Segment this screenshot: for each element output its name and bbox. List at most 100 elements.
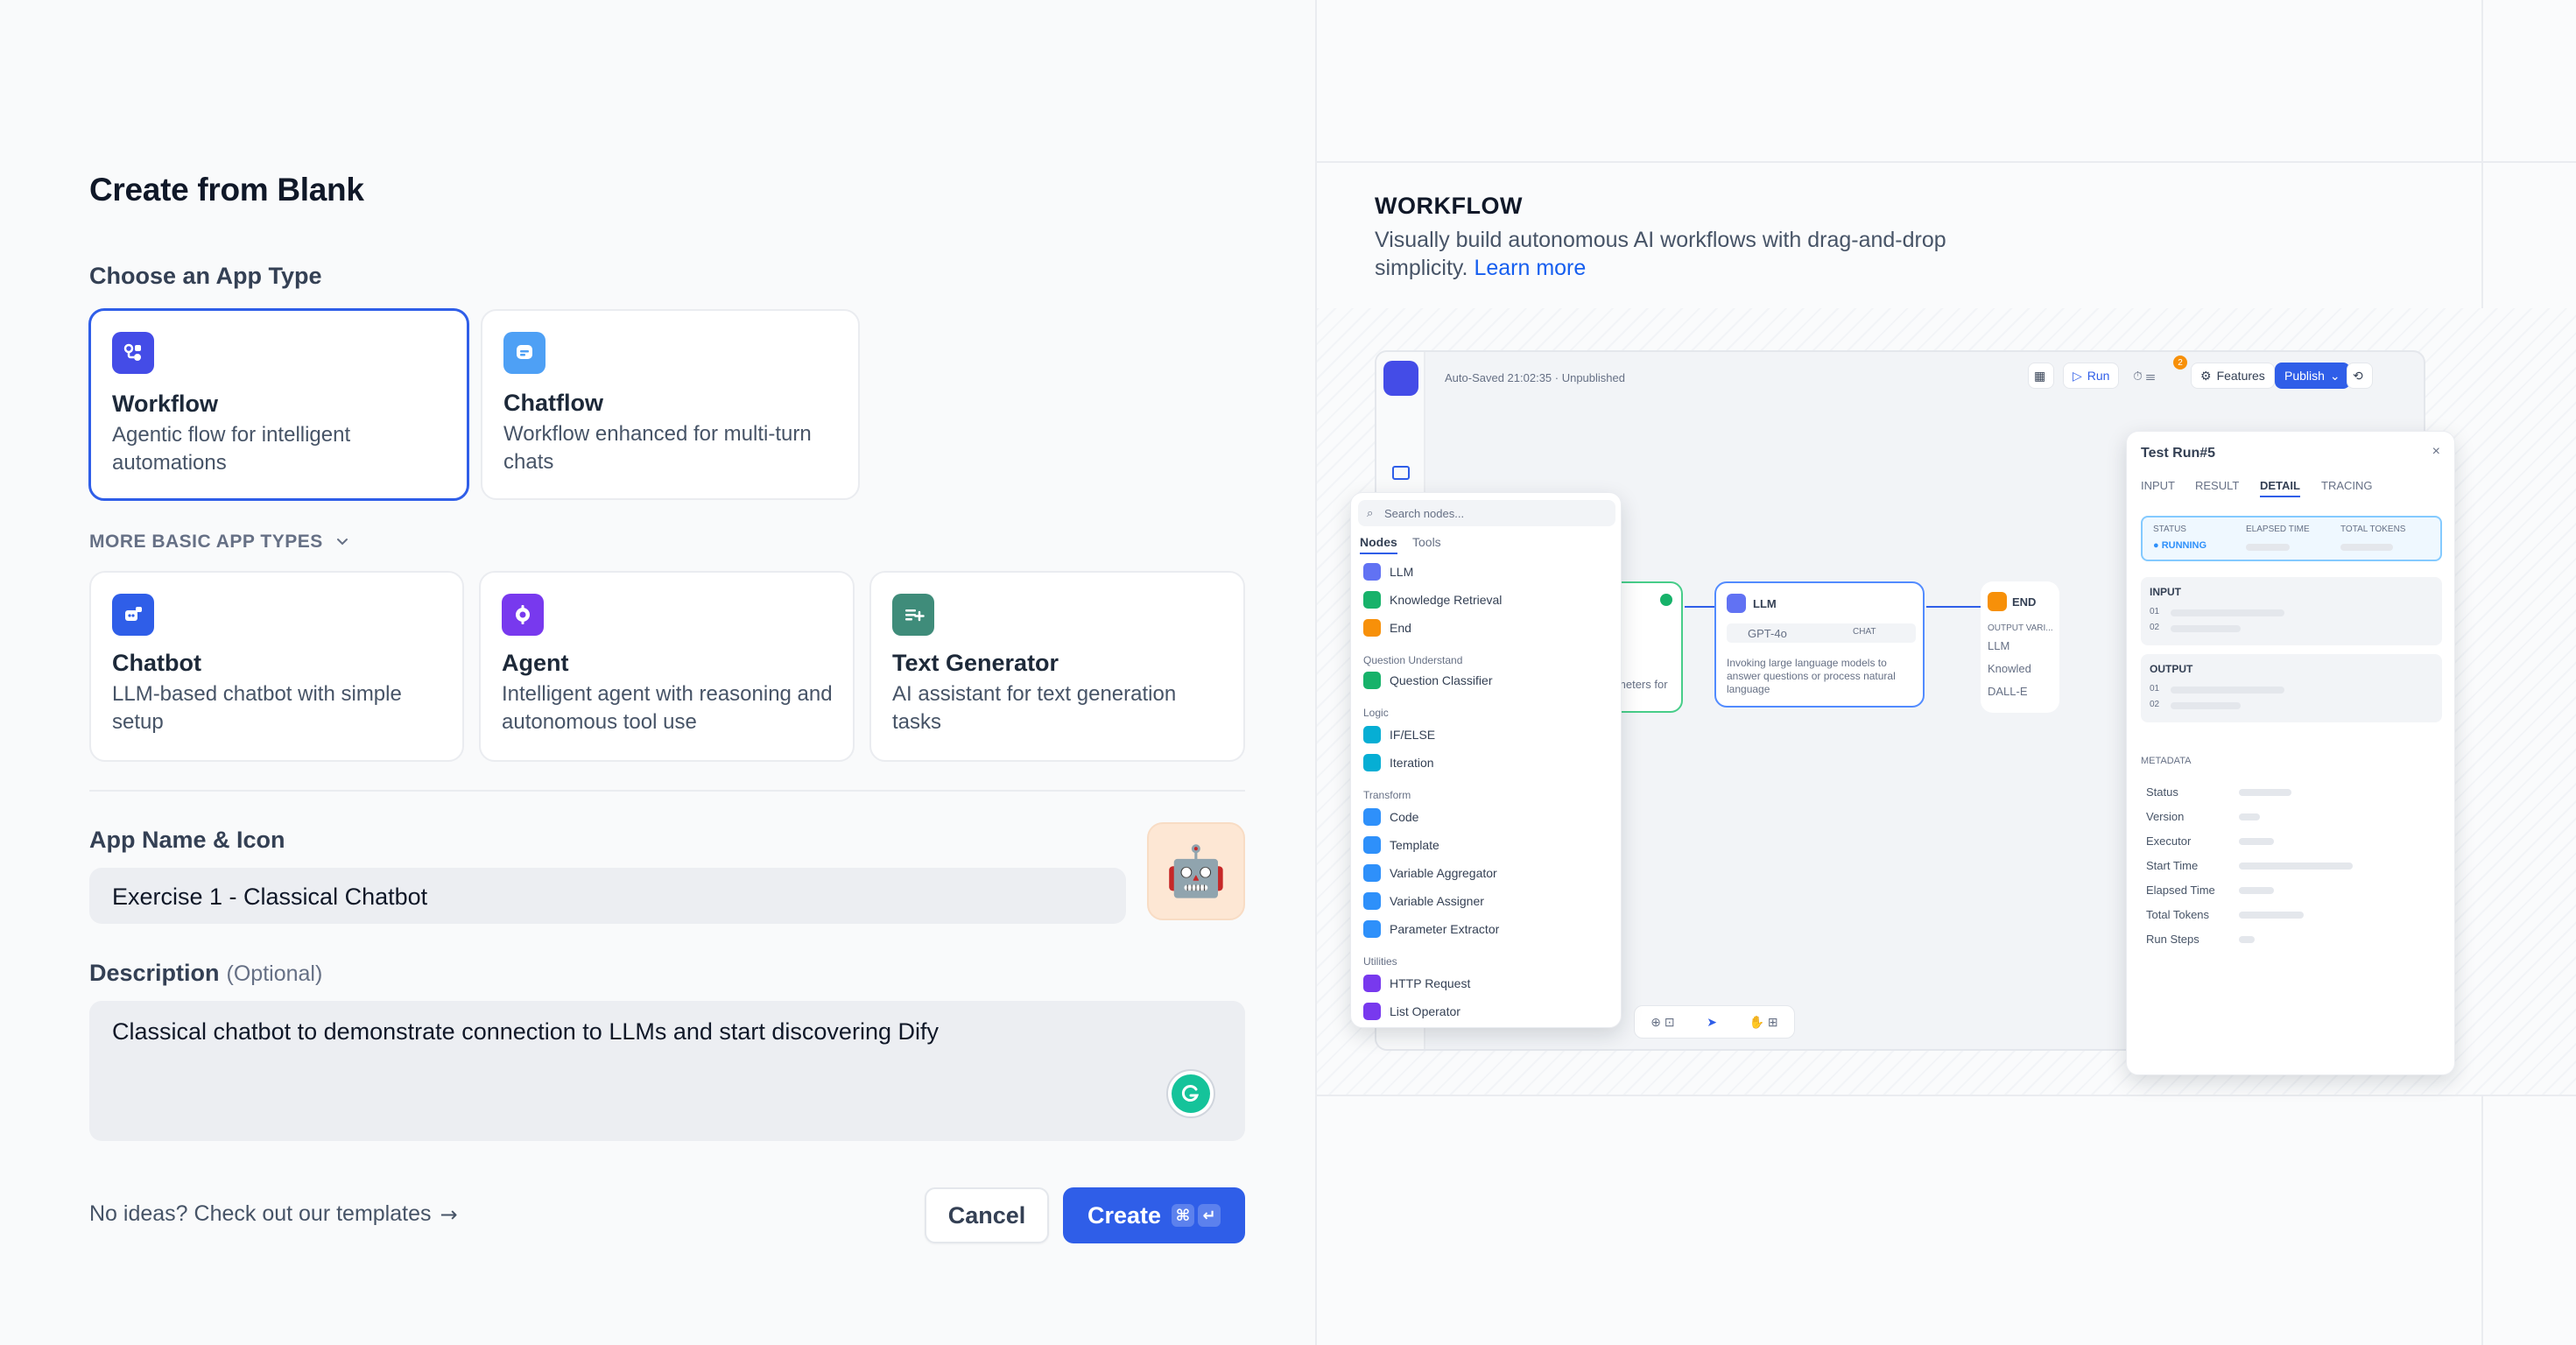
templates-link[interactable]: No ideas? Check out our templates → [89,1201,458,1227]
card-title: Agent [502,650,569,676]
mock-history-icons: ⏱ ☰ 2 [2133,356,2187,389]
app-type-workflow[interactable]: Workflow Agentic flow for intelligent au… [88,308,469,501]
command-key-icon: ⌘ [1172,1204,1195,1227]
end-var-knowledge: Knowled [1988,662,2031,675]
arrow-right-icon: → [440,1201,458,1227]
meta-row: Version [2146,810,2185,823]
tab-nodes: Nodes [1360,535,1397,554]
llm-node-desc: Invoking large language models to answer… [1727,657,1896,695]
cancel-button[interactable]: Cancel [925,1187,1049,1243]
app-name-value: Exercise 1 - Classical Chatbot [112,884,428,910]
output-box: OUTPUT 01 02 [2141,654,2442,722]
create-label: Create [1087,1201,1162,1229]
features-label: Features [2216,369,2265,383]
node-item: Iteration [1363,754,1434,771]
mock-search-nodes: ⌕ Search nodes... [1358,500,1615,526]
tab-tracing: TRACING [2321,479,2373,492]
node-group-label: Transform [1363,789,1411,801]
app-type-chatbot[interactable]: Chatbot LLM-based chatbot with simple se… [89,571,464,762]
meta-row: Run Steps [2146,933,2199,946]
autosave-status: Auto-Saved 21:02:35 · Unpublished [1445,371,1625,384]
mock-llm-node: LLM GPT-4o CHAT Invoking large language … [1714,581,1925,708]
create-dialog: Create from Blank Choose an App Type Wor… [0,0,1315,1345]
optional-label: (Optional) [226,961,323,986]
status-running: ● RUNNING [2153,540,2207,551]
chatbot-icon [112,594,154,636]
app-icon-picker[interactable]: 🤖 [1147,822,1245,920]
end-icon [1988,592,2007,611]
end-var-llm: LLM [1988,639,2010,652]
learn-more-link[interactable]: Learn more [1474,256,1586,280]
grammarly-icon[interactable] [1166,1069,1215,1118]
search-placeholder: Search nodes... [1384,507,1465,520]
card-description: Intelligent agent with reasoning and aut… [502,682,833,734]
panel-icon [1392,466,1410,480]
create-button[interactable]: Create ⌘ ↵ [1063,1187,1245,1243]
edge [1685,606,1714,608]
node-item: Variable Aggregator [1363,864,1497,882]
robot-icon: 🤖 [1165,843,1227,898]
status-box: STATUS ● RUNNING ELAPSED TIME TOTAL TOKE… [2141,516,2442,561]
card-title: Workflow [112,391,218,417]
card-title: Chatflow [503,390,603,416]
node-item: HTTP Request [1363,975,1470,992]
grid-line [1317,161,2576,163]
node-item: Question Classifier [1363,672,1493,689]
run-label: Run [2087,369,2110,383]
node-group-label: Logic [1363,707,1389,719]
llm-chat-tag: CHAT [1853,627,1876,637]
preview-type-title: WORKFLOW [1375,193,1523,219]
edge [1926,606,1981,608]
end-var-dalle: DALL-E [1988,685,2028,698]
divider [89,790,1245,792]
app-name-input[interactable]: Exercise 1 - Classical Chatbot [89,868,1126,924]
history-icon: ⟲ [2347,363,2373,389]
description-textarea[interactable]: Classical chatbot to demonstrate connect… [89,1001,1245,1141]
app-type-agent[interactable]: Agent Intelligent agent with reasoning a… [479,571,855,762]
meta-row: Status [2146,785,2178,799]
node-group-label: Utilities [1363,955,1397,968]
node-item: IF/ELSE [1363,726,1435,743]
end-node-title: END [2012,595,2037,609]
node-group-label: Question Understand [1363,654,1463,666]
test-run-title: Test Run#5 [2141,446,2216,461]
card-description: Agentic flow for intelligent automations [112,423,351,475]
metadata-label: METADATA [2141,756,2192,766]
end-output-label: OUTPUT VARI... [1988,623,2053,633]
page-title: Create from Blank [89,172,364,208]
text-generator-icon [892,594,934,636]
more-basic-app-types-toggle[interactable]: MORE BASIC APP TYPES [89,532,351,553]
node-item: Code [1363,808,1418,826]
card-description: Workflow enhanced for multi-turn chats [503,422,812,474]
mock-publish-button: Publish ⌄ [2275,363,2350,389]
card-title: Chatbot [112,650,201,676]
templates-link-label: No ideas? Check out our templates [89,1201,432,1226]
app-type-chatflow[interactable]: Chatflow Workflow enhanced for multi-tur… [481,309,860,500]
preview-description: Visually build autonomous AI workflows w… [1375,226,2040,282]
agent-icon [502,594,544,636]
close-icon: × [2432,444,2440,459]
description-value: Classical chatbot to demonstrate connect… [112,1018,939,1045]
mock-features-button: ⚙ Features [2191,363,2275,389]
tab-tools: Tools [1412,535,1441,549]
mock-run-button: ▷ Run [2063,363,2120,389]
node-item: Knowledge Retrieval [1363,591,1502,609]
node-item: Parameter Extractor [1363,920,1499,938]
preview-desc-text: Visually build autonomous AI workflows w… [1375,228,1946,280]
choose-app-type-label: Choose an App Type [89,263,322,289]
llm-model-row: GPT-4o CHAT [1727,623,1916,643]
app-type-text-generator[interactable]: Text Generator AI assistant for text gen… [869,571,1245,762]
grid-line [1317,1095,2576,1096]
description-label-row: Description (Optional) [89,960,322,987]
robot-logo-icon [1383,361,1418,396]
mock-canvas-toolbar: ⊕ ⊡ ➤ ✋ ⊞ [1634,1005,1795,1039]
llm-node-title: LLM [1753,597,1777,610]
card-description: LLM-based chatbot with simple setup [112,682,402,734]
badge-count: 2 [2173,356,2187,370]
chatflow-icon [503,332,545,374]
node-item: LLM [1363,563,1413,581]
llm-model: GPT-4o [1748,627,1787,640]
publish-label: Publish [2284,369,2325,383]
workflow-icon [112,332,154,374]
meta-row: Elapsed Time [2146,884,2215,897]
